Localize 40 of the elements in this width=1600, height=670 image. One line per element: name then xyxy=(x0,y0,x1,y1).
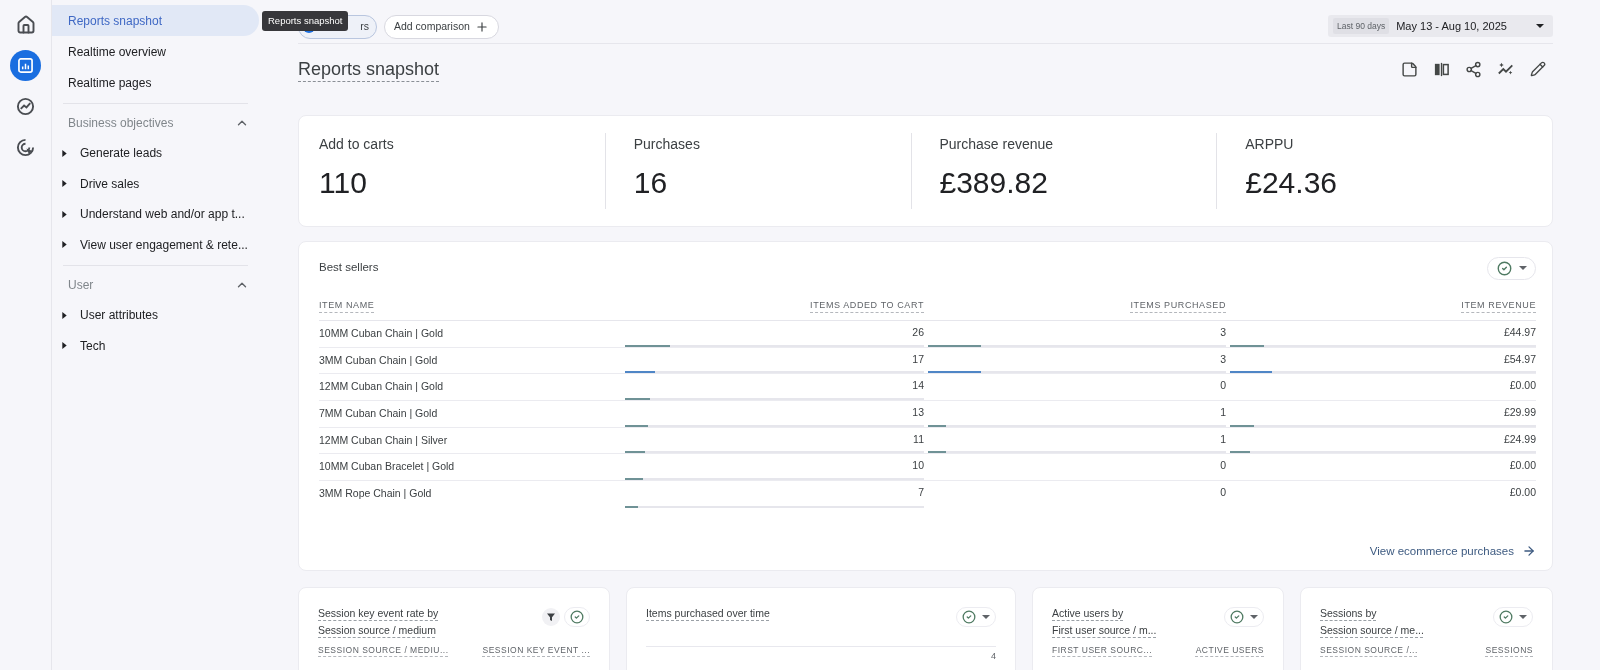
table-cell-text: £24.99 xyxy=(1503,431,1536,447)
table-cell-text: £29.99 xyxy=(1503,404,1536,420)
kpi-label: Add to carts xyxy=(319,136,395,153)
table-cell-text: 1 xyxy=(1220,404,1226,420)
date-preset-label: Last 90 days xyxy=(1333,17,1390,35)
table-cell-text: 10MM Cuban Chain | Gold xyxy=(319,325,444,341)
table-cell-text: 17 xyxy=(912,351,924,367)
axis-label: 4 xyxy=(991,650,996,662)
kpi-value: 16 xyxy=(633,165,669,201)
table-cell: 10MM Cuban Bracelet | Gold xyxy=(319,459,455,475)
table-cell-text: 3 xyxy=(1220,324,1226,340)
table-cell-text: 3MM Cuban Chain | Gold xyxy=(319,352,438,368)
kpi-value: £389.82 xyxy=(939,165,1049,201)
table-cell-text: 7MM Cuban Chain | Gold xyxy=(319,405,438,421)
table-cell: 0 xyxy=(1220,378,1226,394)
kpi-value: £24.36 xyxy=(1245,165,1338,201)
table-cell-text: £0.00 xyxy=(1509,485,1536,501)
kpi-label: Purchases xyxy=(633,136,701,153)
table-cell-text: 1 xyxy=(1220,431,1226,447)
table-cell: 14 xyxy=(912,378,924,394)
table-cell: 12MM Cuban Chain | Gold xyxy=(319,379,444,395)
table-cell-text: 26 xyxy=(912,324,924,340)
table-cell: £0.00 xyxy=(1509,378,1536,394)
kpi-value: 110 xyxy=(319,165,368,201)
table-cell-text: 13 xyxy=(912,404,924,420)
card-title: Best sellers xyxy=(319,260,379,276)
table-cell-text: 7 xyxy=(918,485,924,501)
table-cell-text: 12MM Cuban Chain | Silver xyxy=(319,432,448,448)
table-cell: 10 xyxy=(912,458,924,474)
table-cell-text: £54.97 xyxy=(1503,351,1536,367)
table-cell: 0 xyxy=(1220,458,1226,474)
table-cell: £0.00 xyxy=(1509,458,1536,474)
table-cell-text: 3MM Rope Chain | Gold xyxy=(319,486,432,502)
table-cell-text: 11 xyxy=(913,431,924,447)
page-title: Reports snapshot xyxy=(298,58,440,80)
table-cell-text: 3 xyxy=(1220,351,1226,367)
kpi-label: Purchase revenue xyxy=(939,136,1055,153)
table-cell-text: £44.97 xyxy=(1503,324,1536,340)
kpi-label: ARPPU xyxy=(1245,136,1295,153)
table-cell-text: 0 xyxy=(1220,485,1226,501)
